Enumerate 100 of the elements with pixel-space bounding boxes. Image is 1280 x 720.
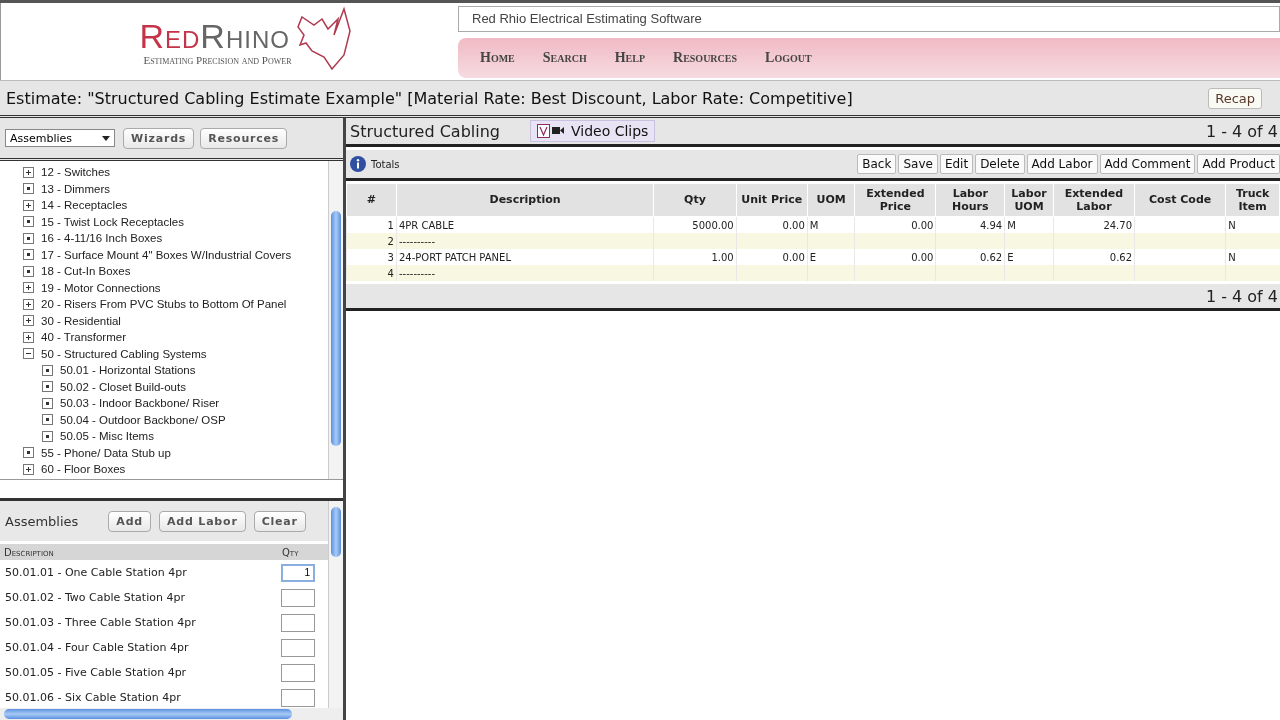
- qty-input[interactable]: [281, 588, 315, 607]
- leaf-icon[interactable]: [42, 414, 53, 426]
- tree-item[interactable]: 15 - Twist Lock Receptacles: [41, 215, 184, 228]
- nav-link[interactable]: Search: [532, 50, 597, 66]
- table-cell: ----------: [396, 265, 654, 281]
- action-button[interactable]: Add Labor: [1026, 154, 1098, 174]
- tree-item[interactable]: 18 - Cut-In Boxes: [41, 265, 131, 278]
- nav-link[interactable]: Resources: [663, 50, 748, 66]
- action-button[interactable]: Save: [898, 154, 938, 174]
- logo-wordmark: RedRhino: [139, 17, 290, 54]
- category-dropdown[interactable]: Assemblies: [5, 129, 115, 147]
- assemblies-button[interactable]: Clear: [253, 510, 306, 532]
- action-button[interactable]: Edit: [939, 154, 974, 174]
- column-header: Qty: [282, 546, 300, 558]
- assembly-name: 50.01.03 - Three Cable Station 4pr: [4, 616, 197, 629]
- qty-input[interactable]: 1: [281, 563, 315, 582]
- tree-item[interactable]: 60 - Floor Boxes: [41, 463, 126, 476]
- leaf-icon[interactable]: [42, 364, 53, 376]
- pager-text: 1 - 4 of 4: [1205, 286, 1279, 306]
- leaf-icon[interactable]: [42, 381, 53, 393]
- dropdown-arrow-icon: [102, 135, 110, 141]
- action-button[interactable]: Add Product: [1197, 154, 1280, 174]
- qty-input[interactable]: [281, 688, 315, 707]
- recap-button[interactable]: Recap: [1208, 87, 1262, 109]
- assemblies-title: Assemblies: [5, 513, 79, 529]
- video-camera-icon: [537, 124, 565, 138]
- action-button[interactable]: Back: [857, 154, 897, 174]
- assembly-name: 50.01.06 - Six Cable Station 4pr: [4, 691, 182, 704]
- column-header: #: [346, 183, 397, 217]
- expand-icon[interactable]: [23, 298, 34, 310]
- toolbar-button[interactable]: Wizards: [123, 127, 195, 149]
- assemblies-button[interactable]: Add Labor: [159, 510, 246, 532]
- pager-text: 1 - 4 of 4: [1205, 121, 1279, 141]
- expand-icon[interactable]: [23, 166, 34, 178]
- expand-icon[interactable]: [23, 199, 34, 211]
- assembly-name: 50.01.01 - One Cable Station 4pr: [4, 566, 188, 579]
- logo-tagline: Estimating Precision and Power: [143, 53, 292, 66]
- tree-item[interactable]: 50 - Structured Cabling Systems: [41, 347, 207, 360]
- video-clips-button[interactable]: Video Clips: [530, 120, 656, 142]
- leaf-icon[interactable]: [23, 265, 34, 277]
- tree-item[interactable]: 19 - Motor Connections: [41, 281, 161, 294]
- toolbar-button[interactable]: Resources: [200, 127, 288, 149]
- nav-link[interactable]: Logout: [755, 50, 822, 66]
- tree-item[interactable]: 14 - Receptacles: [41, 199, 128, 212]
- column-header: Labor UOM: [1004, 183, 1054, 217]
- horizontal-scrollbar[interactable]: [0, 708, 343, 720]
- expand-icon[interactable]: [23, 331, 34, 343]
- column-header: Qty: [653, 183, 737, 217]
- leaf-icon[interactable]: [23, 216, 34, 228]
- estimate-title: Estimate: "Structured Cabling Estimate Example" [Material Rate: Best Discount, Labor Rate: Competitive]: [6, 88, 854, 108]
- action-button[interactable]: Delete: [975, 154, 1025, 174]
- leaf-icon[interactable]: [42, 397, 53, 409]
- action-button[interactable]: Add Comment: [1099, 154, 1196, 174]
- qty-input[interactable]: [281, 613, 315, 632]
- scrollbar[interactable]: [328, 501, 343, 708]
- tree-item[interactable]: 20 - Risers From PVC Stubs to Bottom Of Panel: [41, 298, 287, 311]
- collapse-icon[interactable]: [23, 348, 34, 360]
- column-header: Truck Item: [1225, 183, 1280, 217]
- totals-link[interactable]: Totals: [371, 158, 400, 170]
- leaf-icon[interactable]: [23, 183, 34, 195]
- tree-item[interactable]: 30 - Residential: [41, 314, 121, 327]
- nav-link[interactable]: Help: [604, 50, 656, 66]
- tree-item[interactable]: 50.04 - Outdoor Backbone/ OSP: [60, 413, 226, 426]
- tree-item[interactable]: 40 - Transformer: [41, 331, 126, 344]
- expand-icon[interactable]: [23, 315, 34, 327]
- column-header: Description: [3, 546, 55, 558]
- leaf-icon[interactable]: [23, 447, 34, 459]
- assembly-name: 50.01.05 - Five Cable Station 4pr: [4, 666, 188, 679]
- nav-link[interactable]: Home: [470, 50, 525, 66]
- leaf-icon[interactable]: [23, 232, 34, 244]
- column-header: Extended Labor: [1053, 183, 1135, 217]
- scrollbar[interactable]: [328, 161, 343, 479]
- column-header: Labor Hours: [935, 183, 1005, 217]
- column-header: Extended Price: [854, 183, 936, 217]
- assembly-name: 50.01.02 - Two Cable Station 4pr: [4, 591, 186, 604]
- tree-item[interactable]: 50.03 - Indoor Backbone/ Riser: [60, 397, 220, 410]
- column-header: Description: [396, 183, 654, 217]
- expand-icon[interactable]: [23, 463, 34, 475]
- column-header: Cost Code: [1134, 183, 1226, 217]
- tree-item[interactable]: 50.01 - Horizontal Stations: [60, 364, 196, 377]
- qty-input[interactable]: [281, 663, 315, 682]
- tree-item[interactable]: 55 - Phone/ Data Stub up: [41, 446, 171, 459]
- tree-item[interactable]: 12 - Switches: [41, 166, 111, 179]
- tree-item[interactable]: 13 - Dimmers: [41, 182, 110, 195]
- expand-icon[interactable]: [23, 282, 34, 294]
- section-title: Structured Cabling: [350, 121, 501, 141]
- leaf-icon[interactable]: [42, 430, 53, 442]
- tree-item[interactable]: 50.02 - Closet Build-outs: [60, 380, 186, 393]
- tree-item[interactable]: 17 - Surface Mount 4" Boxes W/Industrial Covers: [41, 248, 292, 261]
- app-title: Red Rhio Electrical Estimating Software: [458, 6, 1280, 32]
- tree-item[interactable]: 50.05 - Misc Items: [60, 430, 154, 443]
- info-icon[interactable]: [350, 156, 366, 172]
- assembly-name: 50.01.04 - Four Cable Station 4pr: [4, 641, 190, 654]
- column-header: Unit Price: [736, 183, 808, 217]
- qty-input[interactable]: [281, 638, 315, 657]
- column-header: UOM: [807, 183, 855, 217]
- leaf-icon[interactable]: [23, 249, 34, 261]
- tree-item[interactable]: 16 - 4-11/16 Inch Boxes: [41, 232, 163, 245]
- table-cell: 4: [346, 265, 397, 281]
- assemblies-button[interactable]: Add: [108, 510, 152, 532]
